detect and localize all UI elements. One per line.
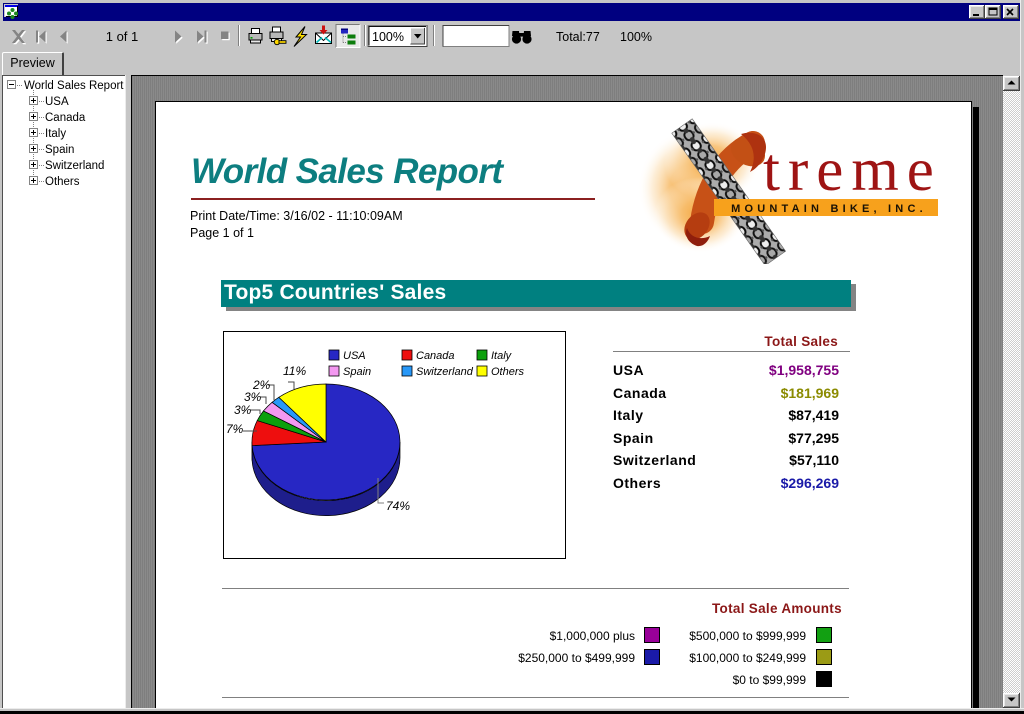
svg-text:Canada: Canada (416, 350, 455, 362)
svg-text:3%: 3% (234, 403, 252, 417)
svg-text:treme: treme (763, 137, 942, 204)
svg-text:100%: 100% (620, 30, 652, 44)
svg-text:3%: 3% (244, 390, 262, 404)
svg-text:Total:77: Total:77 (556, 30, 600, 44)
svg-text:Switzerland: Switzerland (416, 366, 474, 378)
svg-text:74%: 74% (386, 499, 410, 513)
svg-text:Italy: Italy (491, 350, 513, 362)
svg-text:MOUNTAIN BIKE, INC.: MOUNTAIN BIKE, INC. (731, 203, 927, 215)
svg-text:100%: 100% (372, 30, 404, 44)
svg-text:11%: 11% (283, 364, 306, 378)
svg-text:Others: Others (491, 366, 525, 378)
svg-text:Spain: Spain (343, 366, 371, 378)
svg-text:2%: 2% (252, 378, 271, 392)
svg-text:7%: 7% (226, 422, 244, 436)
svg-text:USA: USA (343, 350, 366, 362)
